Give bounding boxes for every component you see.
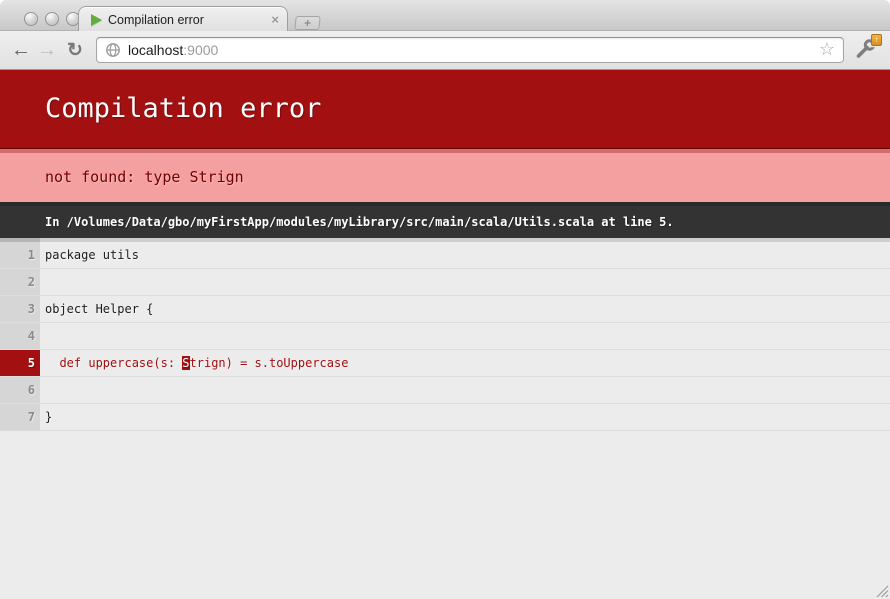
line-code: package utils <box>40 238 890 268</box>
bookmark-star-icon[interactable]: ☆ <box>819 40 835 58</box>
globe-icon <box>105 42 121 58</box>
line-number: 5 <box>0 350 40 376</box>
code-line-3: 3object Helper { <box>0 296 890 323</box>
window-controls <box>24 12 80 26</box>
line-number: 4 <box>0 323 40 349</box>
tab-close-icon[interactable]: × <box>271 13 279 26</box>
browser-window: Compilation error × + ← → ↻ localhost:90… <box>0 0 890 599</box>
code-line-6: 6 <box>0 377 890 404</box>
error-location: In /Volumes/Data/gbo/myFirstApp/modules/… <box>0 202 890 238</box>
line-code <box>40 269 890 295</box>
line-number: 2 <box>0 269 40 295</box>
line-number: 3 <box>0 296 40 322</box>
url-text[interactable]: localhost:9000 <box>128 42 812 58</box>
tab-title: Compilation error <box>108 13 265 27</box>
line-code <box>40 323 890 349</box>
url-host: localhost <box>128 42 183 58</box>
line-code <box>40 377 890 403</box>
url-port: :9000 <box>183 42 218 58</box>
resize-grip[interactable] <box>875 584 889 598</box>
update-badge: ↑ <box>871 34 882 46</box>
line-code: object Helper { <box>40 296 890 322</box>
code-line-5: 5 def uppercase(s: Strign) = s.toUpperca… <box>0 350 890 377</box>
line-number: 6 <box>0 377 40 403</box>
error-page: Compilation error not found: type Strign… <box>0 70 890 431</box>
line-code: } <box>40 404 890 430</box>
error-detail: not found: type Strign <box>0 149 890 202</box>
line-number: 1 <box>0 238 40 268</box>
window-minimize-button[interactable] <box>45 12 59 26</box>
menu-wrench-button[interactable]: ↑ <box>854 37 880 63</box>
browser-toolbar: ← → ↻ localhost:9000 ☆ ↑ <box>0 31 890 70</box>
code-line-4: 4 <box>0 323 890 350</box>
code-line-1: 1package utils <box>0 238 890 269</box>
titlebar: Compilation error × + <box>0 0 890 31</box>
new-tab-button[interactable]: + <box>294 16 320 30</box>
window-close-button[interactable] <box>24 12 38 26</box>
address-bar[interactable]: localhost:9000 ☆ <box>96 37 844 63</box>
reload-button[interactable]: ↻ <box>60 39 90 62</box>
play-favicon-icon <box>91 14 102 26</box>
back-button[interactable]: ← <box>8 40 34 60</box>
page-title: Compilation error <box>0 70 890 149</box>
forward-button[interactable]: → <box>34 40 60 60</box>
code-line-7: 7} <box>0 404 890 431</box>
line-number: 7 <box>0 404 40 430</box>
line-code: def uppercase(s: Strign) = s.toUppercase <box>40 350 890 376</box>
source-code: 1package utils23object Helper {45 def up… <box>0 238 890 431</box>
code-line-2: 2 <box>0 269 890 296</box>
error-marker: S <box>182 356 189 370</box>
browser-tab[interactable]: Compilation error × <box>78 6 288 32</box>
